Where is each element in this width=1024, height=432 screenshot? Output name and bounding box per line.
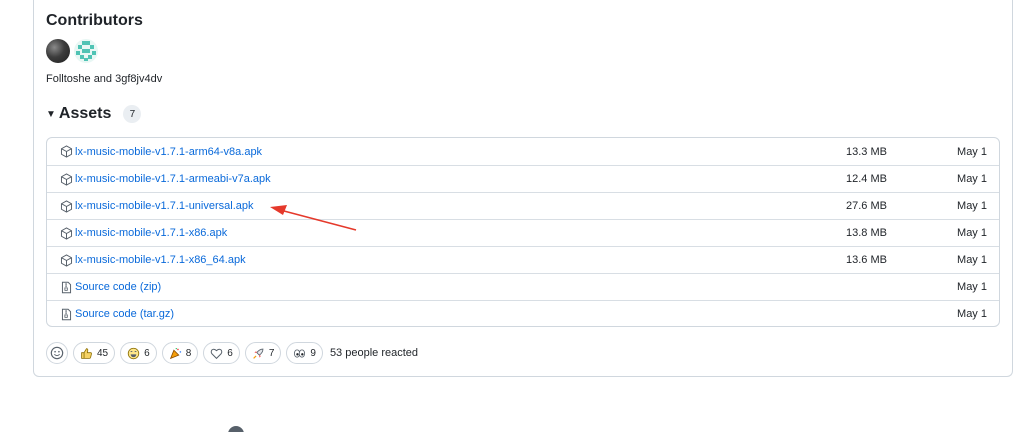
contributors-title: Contributors [46,12,143,29]
asset-link[interactable]: Source code (zip) [60,281,161,294]
reaction-hooray-button[interactable]: 8 [161,342,199,364]
asset-name: lx-music-mobile-v1.7.1-x86.apk [75,227,228,239]
reaction-count: 6 [227,347,233,359]
package-icon [60,172,73,186]
avatar [228,426,244,432]
reactions-summary: 53 people reacted [329,347,419,359]
reaction-eyes-button[interactable]: 9 [286,342,323,364]
asset-row: lx-music-mobile-v1.7.1-x86_64.apk 13.6 MB… [47,246,999,273]
asset-date: May 1 [957,145,987,158]
reaction-count: 7 [268,347,275,359]
package-icon [60,145,73,158]
asset-link[interactable]: lx-music-mobile-v1.7.1-universal.apk [60,199,254,213]
asset-name: lx-music-mobile-v1.7.1-x86_64.apk [75,254,246,266]
asset-date: May 1 [957,254,987,266]
package-icon [60,199,73,213]
package-icon [60,226,73,240]
asset-date: May 1 [957,227,987,239]
asset-row: lx-music-mobile-v1.7.1-x86.apk 13.8 MB May… [47,219,999,246]
asset-link[interactable]: lx-music-mobile-v1.7.1-armeabi-v7a.apk [60,172,271,186]
asset-row: lx-music-mobile-v1.7.1-armeabi-v7a.apk 12… [47,165,999,192]
rocket-icon [252,347,265,360]
avatar[interactable] [46,39,70,63]
asset-date: May 1 [957,308,987,320]
reaction-thumbs-up-button[interactable]: 45 [73,342,116,364]
assets-toggle[interactable]: ▼ Assets 7 [46,105,142,123]
asset-link[interactable]: lx-music-mobile-v1.7.1-arm64-v8a.apk [60,145,262,158]
reaction-laugh-button[interactable]: 6 [120,342,157,364]
laugh-icon [127,347,140,360]
asset-link[interactable]: lx-music-mobile-v1.7.1-x86.apk [60,226,228,240]
asset-link[interactable]: Source code (tar.gz) [60,308,174,321]
asset-size: 13.8 MB [846,227,887,239]
heart-icon [210,347,223,360]
asset-size: 13.3 MB [846,145,887,158]
asset-date: May 1 [957,200,987,212]
avatar[interactable] [74,39,98,63]
smiley-icon [50,346,64,360]
assets-count-badge: 7 [123,105,142,123]
asset-row: Source code (zip) May 1 [47,273,999,300]
asset-date: May 1 [957,281,987,293]
reaction-rocket-button[interactable]: 7 [244,342,282,364]
reaction-count: 8 [185,347,192,359]
contributor-avatars [46,39,98,63]
asset-row: lx-music-mobile-v1.7.1-arm64-v8a.apk 13.3… [47,138,999,165]
asset-link[interactable]: lx-music-mobile-v1.7.1-x86_64.apk [60,253,246,267]
asset-row: Source code (tar.gz) May 1 [47,300,999,326]
caret-down-icon: ▼ [46,108,56,120]
thumbs-up-icon [80,347,93,360]
reaction-heart-button[interactable]: 6 [203,342,240,364]
asset-name: lx-music-mobile-v1.7.1-universal.apk [75,200,254,212]
reaction-count: 45 [97,347,109,359]
asset-size: 13.6 MB [846,254,887,266]
asset-name: lx-music-mobile-v1.7.1-arm64-v8a.apk [75,145,263,158]
reaction-count: 9 [310,347,316,359]
hooray-icon [169,347,182,360]
asset-size: 27.6 MB [846,200,887,212]
assets-title: Assets [58,105,112,122]
contributor-names: Folltoshe and 3gf8jv4dv [46,73,163,85]
asset-name: Source code (zip) [75,281,162,293]
asset-row: lx-music-mobile-v1.7.1-universal.apk 27.6… [47,192,999,219]
release-card: Contributors Folltoshe and 3gf8jv4dv ▼ A… [33,0,1013,377]
reaction-count: 6 [144,347,150,359]
asset-date: May 1 [957,173,987,185]
asset-name: lx-music-mobile-v1.7.1-armeabi-v7a.apk [75,173,271,185]
eyes-icon [293,347,306,360]
package-icon [60,253,73,267]
reactions-bar: 45 6 8 6 7 9 53 people reacted [46,342,418,364]
add-reaction-button[interactable] [46,342,68,364]
asset-size: 12.4 MB [846,173,887,185]
file-zip-icon [60,308,73,321]
assets-list: lx-music-mobile-v1.7.1-arm64-v8a.apk 13.3… [46,137,1000,327]
asset-name: Source code (tar.gz) [75,308,175,320]
file-zip-icon [60,281,73,294]
